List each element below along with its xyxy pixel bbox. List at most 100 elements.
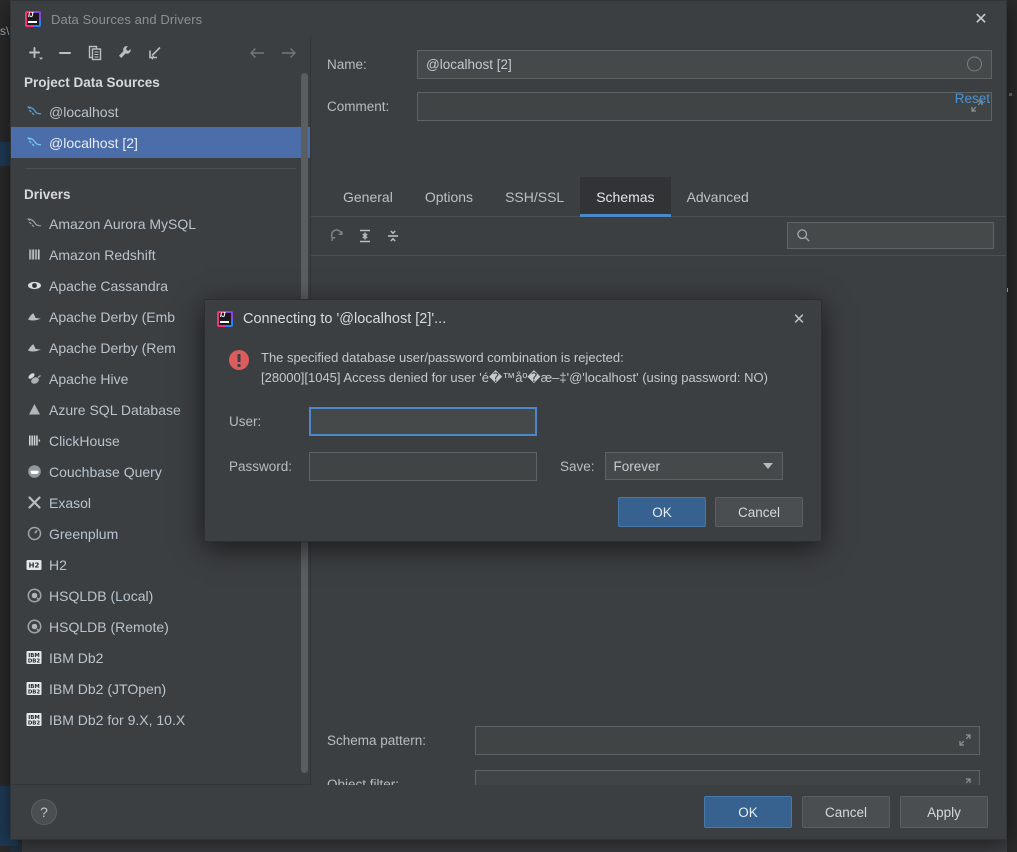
chevron-down-icon	[762, 463, 773, 469]
duplicate-button[interactable]	[81, 40, 109, 66]
tree-item-h2[interactable]: H2 H2	[11, 549, 310, 580]
properties-wrench-button[interactable]	[111, 40, 139, 66]
search-input[interactable]	[787, 222, 994, 249]
derby-hat-icon	[25, 308, 43, 326]
import-arrow-button[interactable]	[141, 40, 169, 66]
close-icon[interactable]: ✕	[968, 7, 994, 31]
back-arrow-icon[interactable]	[244, 40, 270, 66]
error-line-1: The specified database user/password com…	[261, 350, 624, 365]
error-circle-icon	[229, 350, 249, 370]
refresh-button[interactable]	[323, 223, 351, 249]
window-title: Data Sources and Drivers	[51, 11, 203, 27]
save-mode-select[interactable]: Forever	[604, 452, 783, 480]
tab-schemas[interactable]: Schemas	[580, 177, 671, 217]
modal-error-message: The specified database user/password com…	[205, 338, 821, 388]
schema-pattern-input[interactable]	[475, 725, 980, 755]
tree-item-label: Greenplum	[49, 525, 119, 542]
tree-item-ibm-db2-jtopen[interactable]: IBM DB2 IBM Db2 (JTOpen)	[11, 673, 310, 704]
ibm-db2-icon: IBM DB2	[25, 711, 43, 729]
tab-general[interactable]: General	[327, 177, 409, 217]
svg-text:H2: H2	[29, 561, 40, 569]
error-line-2: [28000][1045] Access denied for user 'é�…	[261, 370, 768, 385]
tree-gap	[11, 173, 310, 181]
comment-input[interactable]	[417, 91, 992, 121]
tree-item-apache-cassandra[interactable]: Apache Cassandra	[11, 270, 310, 301]
tab-advanced[interactable]: Advanced	[671, 177, 765, 217]
tree-item-label: Exasol	[49, 494, 92, 511]
ok-button[interactable]: OK	[704, 796, 792, 828]
backdrop-right-gutter	[1007, 0, 1017, 852]
object-filter-label: Object filter:	[327, 776, 400, 786]
help-button[interactable]: ?	[31, 799, 57, 825]
collapse-all-button[interactable]	[379, 223, 407, 249]
tree-item-ibm-db2-for-9x-10x[interactable]: IBM DB2 IBM Db2 for 9.X, 10.X	[11, 704, 310, 735]
tab-options[interactable]: Options	[409, 177, 489, 217]
name-input-value: @localhost [2]	[426, 56, 512, 72]
add-button[interactable]	[21, 40, 49, 66]
schema-pattern-label: Schema pattern:	[327, 732, 427, 748]
object-filter-row: Object filter:	[311, 769, 1006, 785]
connecting-dialog: Connecting to '@localhost [2]'... ✕ The …	[204, 299, 822, 542]
h2-icon: H2	[25, 556, 43, 574]
tree-item-label: Apache Derby (Rem	[49, 339, 176, 356]
schemas-toolbar	[311, 217, 1006, 255]
backdrop-corner-text: s\	[0, 24, 10, 38]
tree-item-label: Apache Hive	[49, 370, 129, 387]
modal-password-row: Password: Save: Forever	[205, 451, 821, 481]
intellij-idea-icon	[217, 311, 233, 327]
tree-item-label: ClickHouse	[49, 432, 120, 449]
tree-item-hsqldb-local[interactable]: HSQLDB (Local)	[11, 580, 310, 611]
remove-button[interactable]	[51, 40, 79, 66]
tree-item-amazon-redshift[interactable]: Amazon Redshift	[11, 239, 310, 270]
name-input[interactable]: @localhost [2]	[417, 49, 992, 79]
tree-item-label: Couchbase Query	[49, 463, 162, 480]
ibm-db2-icon: IBM DB2	[25, 680, 43, 698]
svg-text:DB2: DB2	[28, 658, 41, 664]
backdrop-left-gutter	[0, 0, 10, 852]
intellij-idea-icon	[25, 11, 41, 27]
forward-arrow-icon[interactable]	[276, 40, 302, 66]
cancel-button[interactable]: Cancel	[802, 796, 890, 828]
mysql-dolphin-icon	[25, 103, 43, 121]
comment-row: Comment:	[311, 91, 1006, 121]
modal-title: Connecting to '@localhost [2]'...	[243, 311, 447, 327]
expand-all-button[interactable]	[351, 223, 379, 249]
expand-editor-icon[interactable]	[958, 733, 972, 747]
expand-editor-icon[interactable]	[958, 777, 972, 785]
apply-button[interactable]: Apply	[900, 796, 988, 828]
couchbase-icon	[25, 463, 43, 481]
tree-item-label: IBM Db2	[49, 649, 104, 666]
svg-text:DB2: DB2	[28, 720, 41, 726]
user-label: User:	[229, 413, 262, 429]
tree-toolbar	[11, 37, 310, 69]
hsqldb-icon	[25, 587, 43, 605]
tree-item-label: Apache Cassandra	[49, 277, 169, 294]
footer-buttons: OK Cancel Apply	[704, 796, 988, 828]
tree-item-label: Amazon Aurora MySQL	[49, 215, 197, 232]
tree-item-ibm-db2[interactable]: IBM DB2 IBM Db2	[11, 642, 310, 673]
modal-ok-button[interactable]: OK	[618, 497, 706, 527]
exasol-x-icon	[25, 494, 43, 512]
schema-pattern-row: Schema pattern:	[311, 725, 1006, 755]
modal-cancel-button[interactable]: Cancel	[715, 497, 803, 527]
object-filter-input[interactable]	[475, 769, 980, 785]
tree-item-hsqldb-remote[interactable]: HSQLDB (Remote)	[11, 611, 310, 642]
tree-item-localhost[interactable]: @localhost	[11, 96, 310, 127]
tree-item-label: @localhost	[49, 103, 119, 120]
window-titlebar: Data Sources and Drivers ✕	[11, 1, 1006, 37]
tab-ssh-ssl[interactable]: SSH/SSL	[489, 177, 580, 217]
reset-link[interactable]: Reset	[955, 91, 990, 106]
tree-group-drivers: Drivers	[24, 187, 71, 202]
search-icon	[797, 229, 810, 242]
tree-nav-buttons	[244, 37, 302, 69]
tree-item-label: Apache Derby (Emb	[49, 308, 176, 325]
mysql-dolphin-icon	[25, 134, 43, 152]
save-mode-value: Forever	[613, 458, 661, 474]
tree-item-amazon-aurora-mysql[interactable]: Amazon Aurora MySQL	[11, 208, 310, 239]
tree-item-localhost-2[interactable]: @localhost [2]	[11, 127, 310, 158]
close-icon[interactable]: ✕	[787, 307, 811, 331]
progress-circle-icon	[967, 56, 982, 72]
tree-item-label: @localhost [2]	[49, 134, 138, 151]
user-input[interactable]	[309, 406, 537, 436]
password-input[interactable]	[309, 451, 537, 481]
